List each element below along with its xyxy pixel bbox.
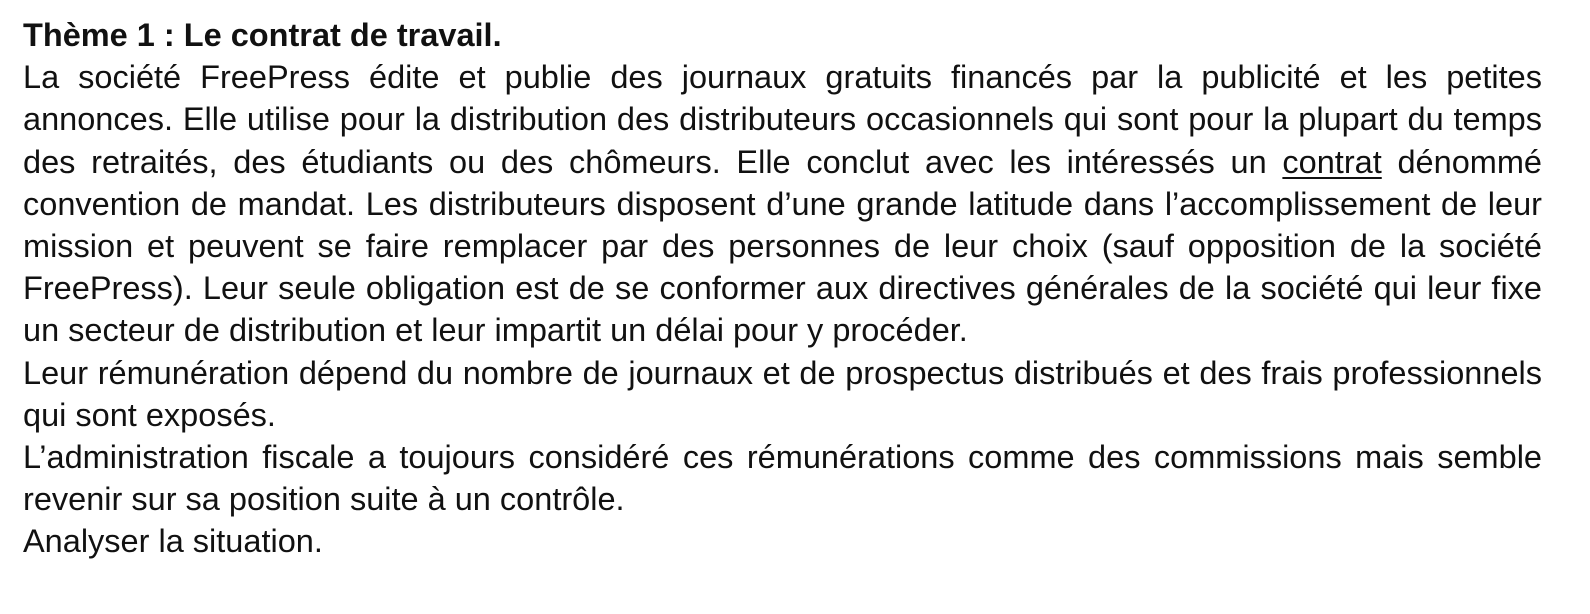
paragraph-tax-administration: L’administration fiscale a toujours cons…	[23, 439, 1542, 518]
paragraph-company-description: La société FreePress édite et publie des…	[23, 56, 1542, 351]
document-page: Thème 1 : Le contrat de travail. La soci…	[0, 0, 1590, 614]
paragraph-remuneration: Leur rémunération dépend du nombre de jo…	[23, 354, 1542, 433]
instruction-text: Analyser la situation.	[23, 523, 323, 560]
theme-title: Thème 1 : Le contrat de travail.	[23, 17, 502, 53]
underlined-word-contrat: contrat	[1282, 143, 1382, 180]
